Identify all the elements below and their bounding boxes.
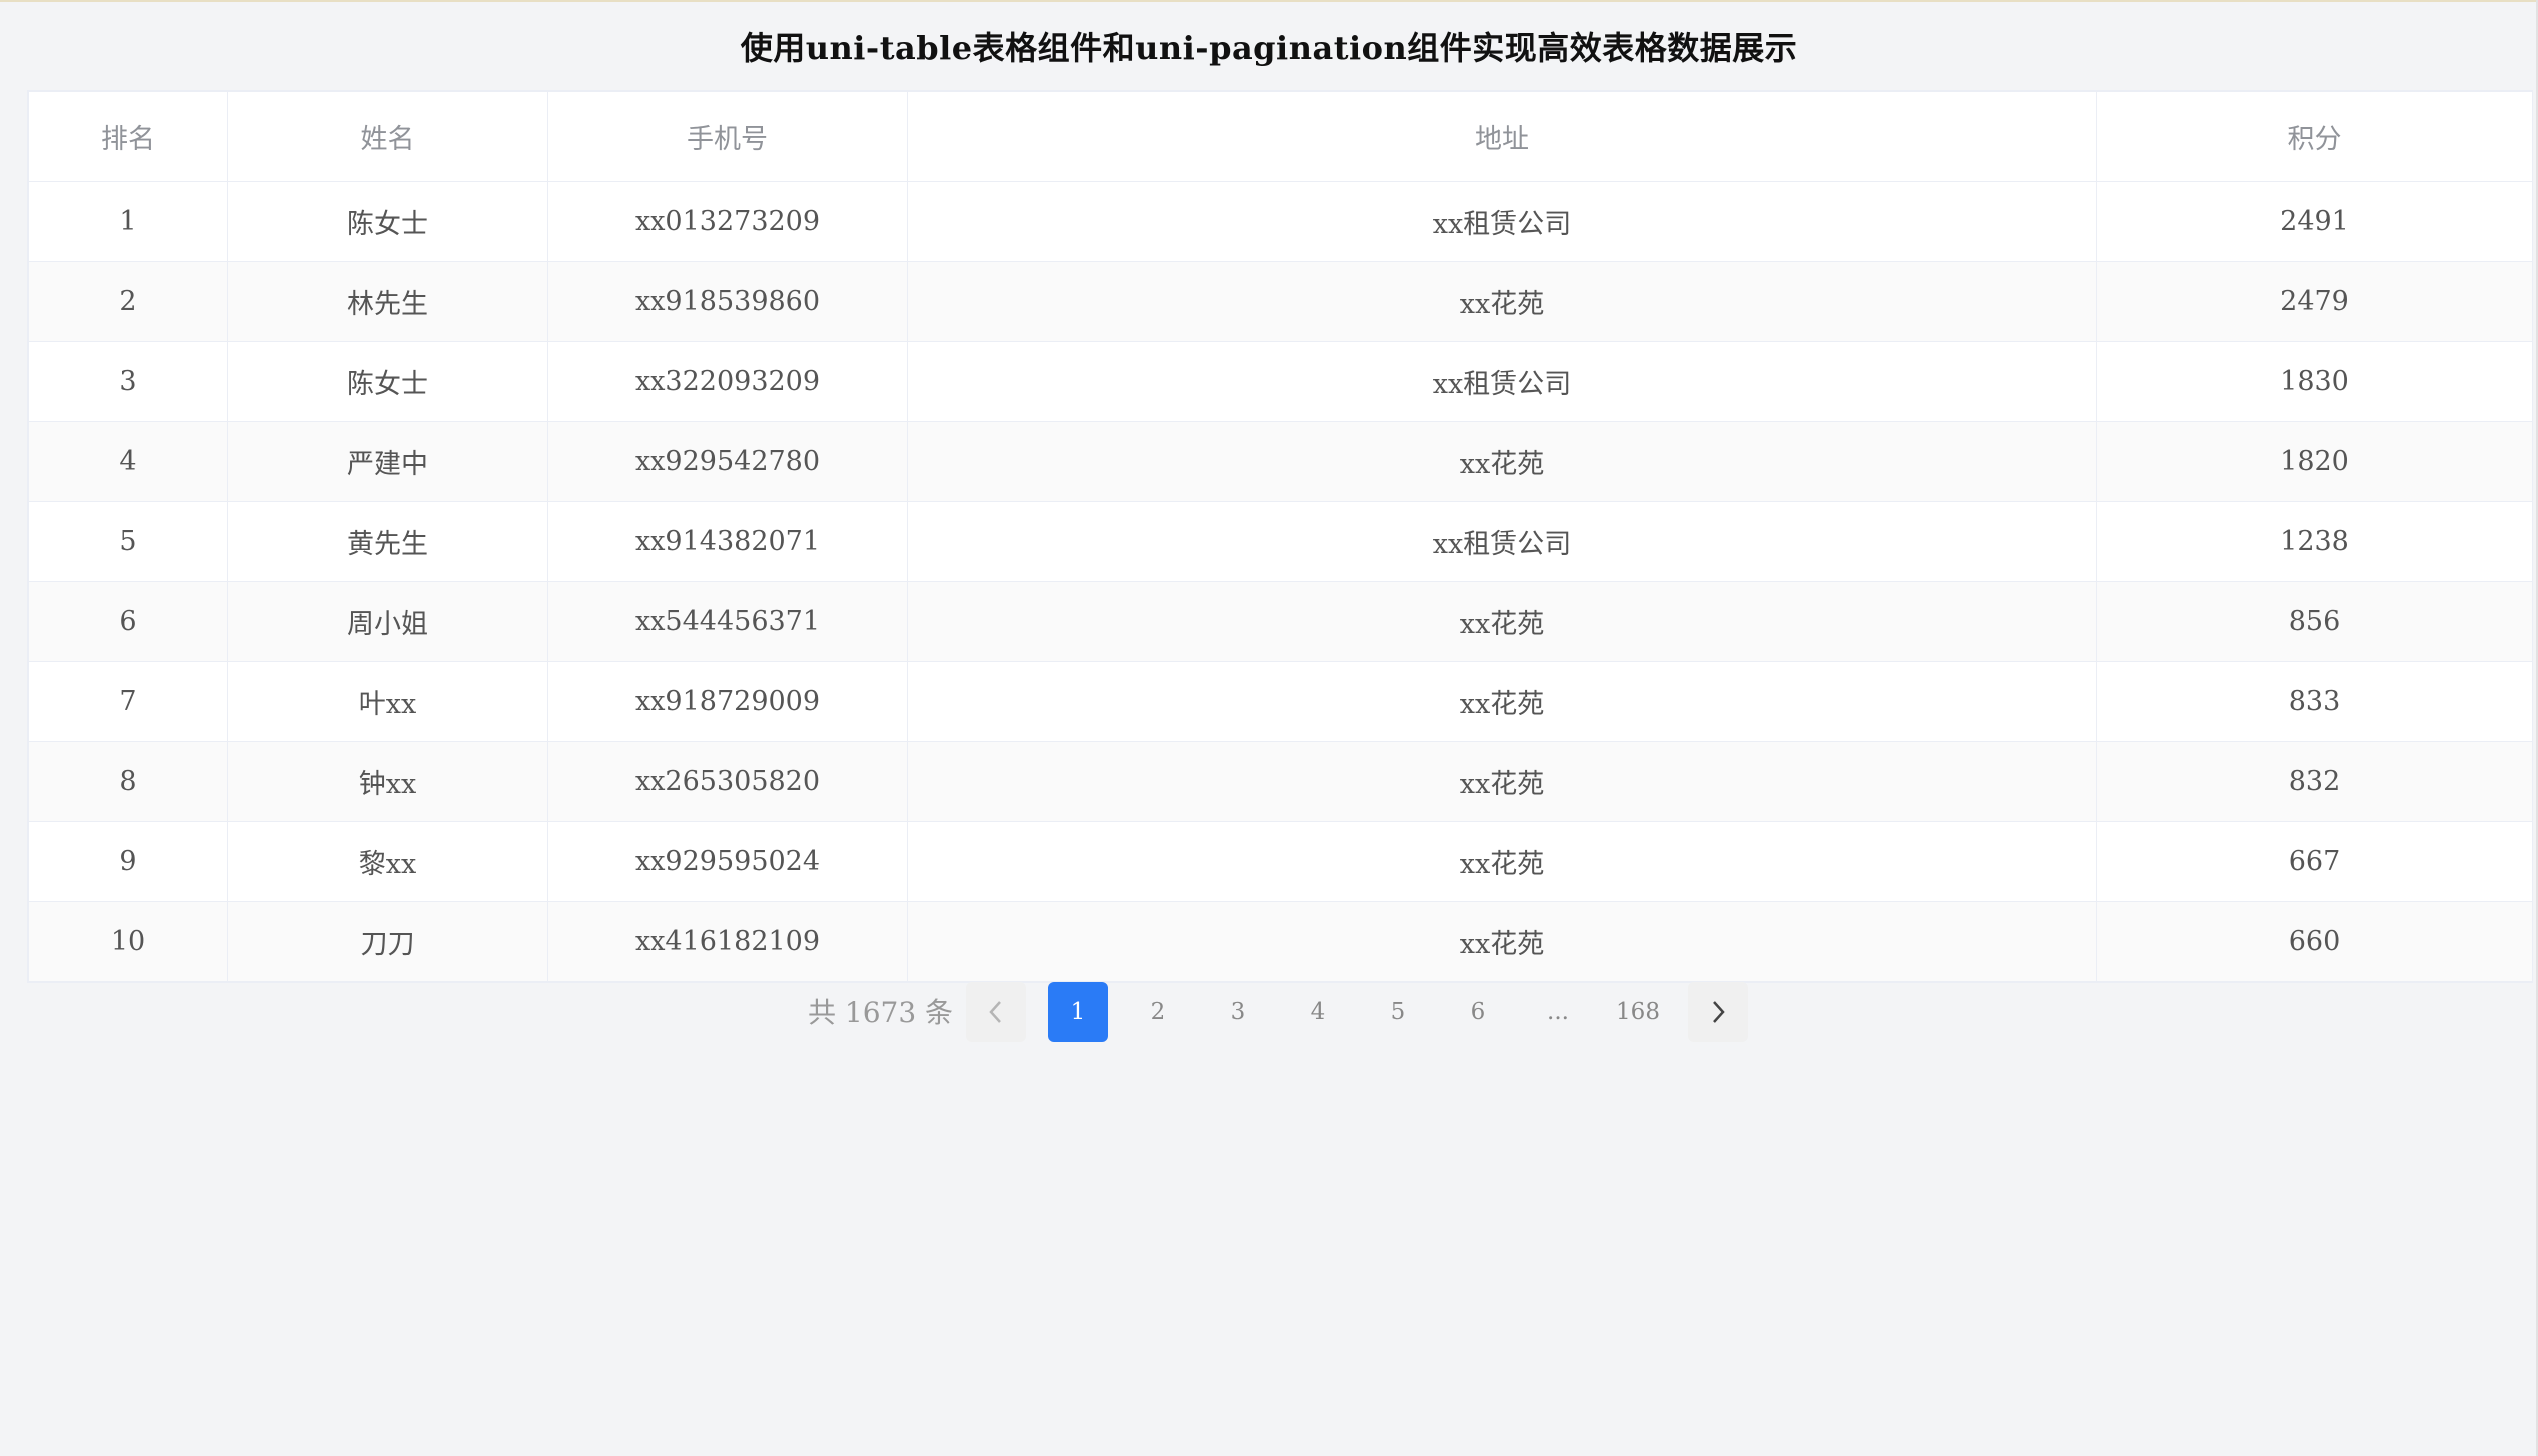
rank-cell: 3 xyxy=(28,341,228,422)
table-row[interactable]: 5 黄先生 xx914382071 xx租赁公司 1238 xyxy=(28,501,2533,582)
rank-cell: 8 xyxy=(28,741,228,822)
address-cell: xx花苑 xyxy=(907,741,2097,822)
address-cell: xx租赁公司 xyxy=(907,181,2097,262)
score-cell: 2479 xyxy=(2096,261,2533,342)
page-4-button[interactable]: 4 xyxy=(1288,982,1348,1042)
name-cell: 严建中 xyxy=(227,421,548,502)
score-cell: 1820 xyxy=(2096,421,2533,502)
table-row[interactable]: 3 陈女士 xx322093209 xx租赁公司 1830 xyxy=(28,341,2533,422)
score-cell: 832 xyxy=(2096,741,2533,822)
column-header-score[interactable]: 积分 xyxy=(2096,91,2533,182)
score-cell: 1830 xyxy=(2096,341,2533,422)
page-5-button[interactable]: 5 xyxy=(1368,982,1428,1042)
chevron-left-icon xyxy=(986,999,1006,1025)
address-cell: xx花苑 xyxy=(907,261,2097,342)
address-cell: xx花苑 xyxy=(907,581,2097,662)
table-row[interactable]: 10 刀刀 xx416182109 xx花苑 660 xyxy=(28,901,2533,982)
total-count: 共 1673 条 xyxy=(808,996,954,1029)
score-cell: 660 xyxy=(2096,901,2533,982)
score-cell: 667 xyxy=(2096,821,2533,902)
name-cell: 陈女士 xyxy=(227,341,548,422)
name-cell: 叶xx xyxy=(227,661,548,742)
column-header-name[interactable]: 姓名 xyxy=(227,91,548,182)
phone-cell: xx322093209 xyxy=(547,341,908,422)
table-row[interactable]: 7 叶xx xx918729009 xx花苑 833 xyxy=(28,661,2533,742)
table-header-row: 排名 姓名 手机号 地址 积分 xyxy=(28,91,2533,182)
name-cell: 林先生 xyxy=(227,261,548,342)
page-168-button[interactable]: 168 xyxy=(1608,982,1668,1042)
chevron-right-icon xyxy=(1708,999,1728,1025)
name-cell: 黎xx xyxy=(227,821,548,902)
column-header-rank[interactable]: 排名 xyxy=(28,91,228,182)
page-header: 使用uni-table表格组件和uni-pagination组件实现高效表格数据… xyxy=(0,2,2538,90)
rank-cell: 7 xyxy=(28,661,228,742)
table-row[interactable]: 4 严建中 xx929542780 xx花苑 1820 xyxy=(28,421,2533,502)
table-row[interactable]: 9 黎xx xx929595024 xx花苑 667 xyxy=(28,821,2533,902)
table-row[interactable]: 8 钟xx xx265305820 xx花苑 832 xyxy=(28,741,2533,822)
phone-cell: xx265305820 xyxy=(547,741,908,822)
rank-cell: 6 xyxy=(28,581,228,662)
rank-cell: 9 xyxy=(28,821,228,902)
table-row[interactable]: 2 林先生 xx918539860 xx花苑 2479 xyxy=(28,261,2533,342)
rank-cell: 2 xyxy=(28,261,228,342)
next-page-button[interactable] xyxy=(1688,982,1748,1042)
table-row[interactable]: 6 周小姐 xx544456371 xx花苑 856 xyxy=(28,581,2533,662)
phone-cell: xx013273209 xyxy=(547,181,908,262)
address-cell: xx花苑 xyxy=(907,661,2097,742)
score-cell: 1238 xyxy=(2096,501,2533,582)
phone-cell: xx918729009 xyxy=(547,661,908,742)
phone-cell: xx929595024 xyxy=(547,821,908,902)
data-table: 排名 姓名 手机号 地址 积分 1 陈女士 xx013273209 xx租赁公司… xyxy=(27,90,2533,983)
address-cell: xx租赁公司 xyxy=(907,501,2097,582)
score-cell: 833 xyxy=(2096,661,2533,742)
page-1-button[interactable]: 1 xyxy=(1048,982,1108,1042)
page-ellipsis[interactable]: ... xyxy=(1528,982,1588,1042)
column-header-phone[interactable]: 手机号 xyxy=(547,91,908,182)
page-title: 使用uni-table表格组件和uni-pagination组件实现高效表格数据… xyxy=(740,29,1798,67)
phone-cell: xx929542780 xyxy=(547,421,908,502)
page-3-button[interactable]: 3 xyxy=(1208,982,1268,1042)
phone-cell: xx416182109 xyxy=(547,901,908,982)
score-cell: 856 xyxy=(2096,581,2533,662)
pagination: 共 1673 条 1 2 3 4 5 6 ... 168 xyxy=(0,982,2538,1044)
column-header-address[interactable]: 地址 xyxy=(907,91,2097,182)
name-cell: 钟xx xyxy=(227,741,548,822)
table-row[interactable]: 1 陈女士 xx013273209 xx租赁公司 2491 xyxy=(28,181,2533,262)
name-cell: 刀刀 xyxy=(227,901,548,982)
rank-cell: 5 xyxy=(28,501,228,582)
rank-cell: 1 xyxy=(28,181,228,262)
rank-cell: 10 xyxy=(28,901,228,982)
phone-cell: xx918539860 xyxy=(547,261,908,342)
name-cell: 黄先生 xyxy=(227,501,548,582)
address-cell: xx花苑 xyxy=(907,901,2097,982)
address-cell: xx花苑 xyxy=(907,821,2097,902)
address-cell: xx租赁公司 xyxy=(907,341,2097,422)
prev-page-button[interactable] xyxy=(966,982,1026,1042)
name-cell: 周小姐 xyxy=(227,581,548,662)
page-6-button[interactable]: 6 xyxy=(1448,982,1508,1042)
phone-cell: xx914382071 xyxy=(547,501,908,582)
page-2-button[interactable]: 2 xyxy=(1128,982,1188,1042)
address-cell: xx花苑 xyxy=(907,421,2097,502)
score-cell: 2491 xyxy=(2096,181,2533,262)
rank-cell: 4 xyxy=(28,421,228,502)
name-cell: 陈女士 xyxy=(227,181,548,262)
phone-cell: xx544456371 xyxy=(547,581,908,662)
